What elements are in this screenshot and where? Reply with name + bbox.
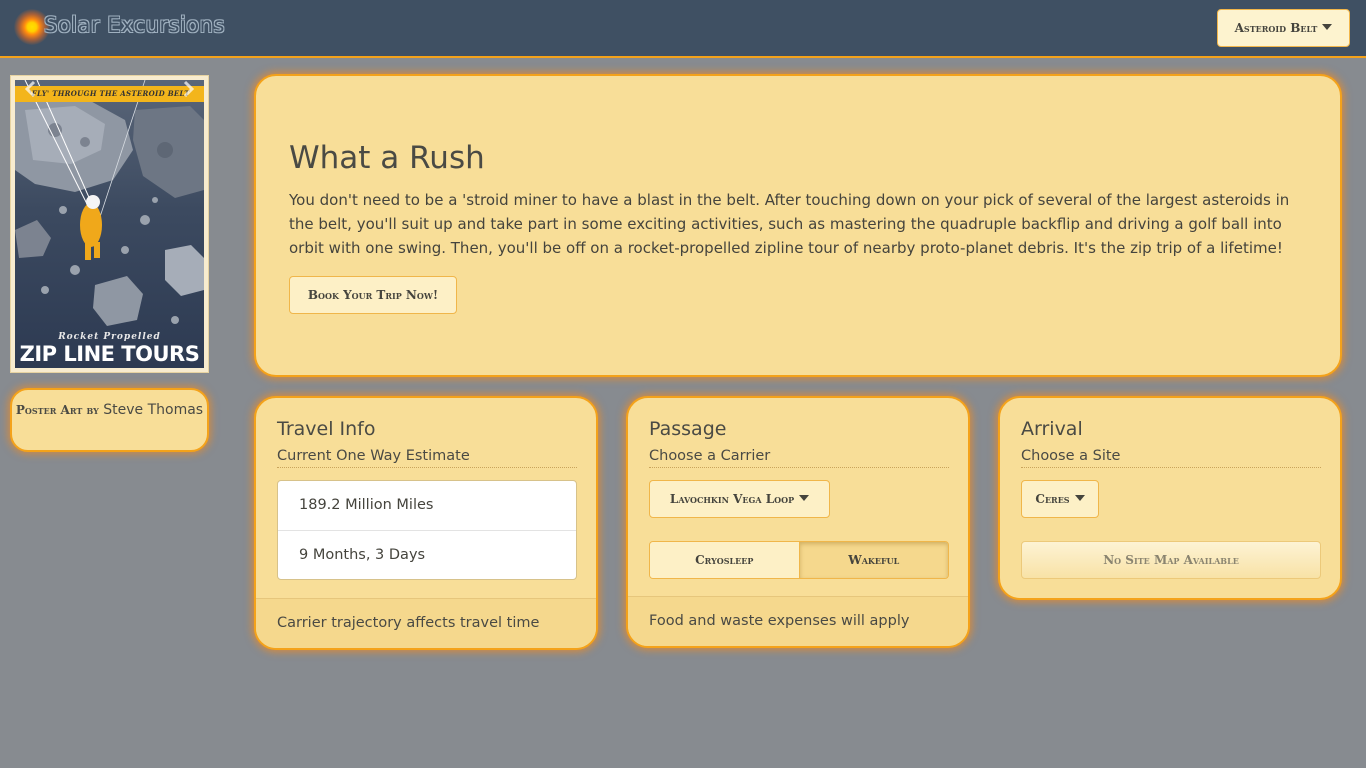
carousel-next-icon[interactable] [182, 80, 196, 98]
poster-image: 'FLY' THROUGH THE ASTEROID BELT Rocket P… [15, 80, 204, 368]
travel-footer: Carrier trajectory affects travel time [256, 598, 596, 648]
caret-down-icon [799, 495, 810, 501]
book-trip-button[interactable]: Book Your Trip Now! [289, 276, 457, 314]
credit-name[interactable]: Steve Thomas [103, 402, 203, 418]
caret-down-icon [1322, 24, 1333, 30]
hero-card: What a Rush You don't need to be a 'stro… [254, 74, 1342, 377]
credit-label: Poster Art by [15, 403, 99, 417]
site-label: Ceres [1035, 492, 1070, 506]
distance-item: 189.2 Million Miles [299, 497, 434, 513]
travel-subtitle: Current One Way Estimate [277, 448, 577, 468]
arrival-subtitle: Choose a Site [1021, 448, 1321, 468]
passage-title: Passage [649, 418, 727, 440]
poster-credit: Poster Art by Steve Thomas [10, 388, 209, 452]
poster-title: ZIP LINE TOURS [19, 342, 200, 366]
poster-subtitle: Rocket Propelled [58, 332, 161, 342]
passage-card: Passage Choose a Carrier Lavochkin Vega … [626, 396, 970, 648]
estimate-list: 189.2 Million Miles 9 Months, 3 Days [277, 480, 577, 580]
travel-info-card: Travel Info Current One Way Estimate 189… [254, 396, 598, 650]
destination-label: Asteroid Belt [1234, 21, 1318, 35]
carousel-prev-icon[interactable] [23, 80, 37, 98]
navbar: Solar Excursions Asteroid Belt [0, 0, 1366, 58]
sleep-mode-toggle: Cryosleep Wakeful [649, 541, 949, 579]
passage-subtitle: Choose a Carrier [649, 448, 949, 468]
site-map-button[interactable]: No Site Map Available [1021, 541, 1321, 579]
carrier-label: Lavochkin Vega Loop [669, 492, 795, 506]
arrival-card: Arrival Choose a Site Ceres No Site Map … [998, 396, 1342, 600]
caret-down-icon [1074, 495, 1085, 501]
wakeful-option[interactable]: Wakeful [799, 542, 948, 578]
destination-dropdown[interactable]: Asteroid Belt [1217, 9, 1350, 47]
hero-description: You don't need to be a 'stroid miner to … [289, 191, 1290, 257]
hero-title: What a Rush [289, 140, 485, 176]
brand-title[interactable]: Solar Excursions [44, 13, 225, 37]
site-dropdown[interactable]: Ceres [1021, 480, 1099, 518]
passage-footer: Food and waste expenses will apply [628, 596, 968, 646]
poster-banner: 'FLY' THROUGH THE ASTEROID BELT [15, 86, 204, 102]
travel-title: Travel Info [277, 418, 376, 440]
arrival-title: Arrival [1021, 418, 1083, 440]
carrier-dropdown[interactable]: Lavochkin Vega Loop [649, 480, 830, 518]
cryosleep-option[interactable]: Cryosleep [650, 542, 800, 578]
duration-item: 9 Months, 3 Days [278, 530, 576, 579]
poster-carousel: 'FLY' THROUGH THE ASTEROID BELT Rocket P… [10, 75, 209, 373]
